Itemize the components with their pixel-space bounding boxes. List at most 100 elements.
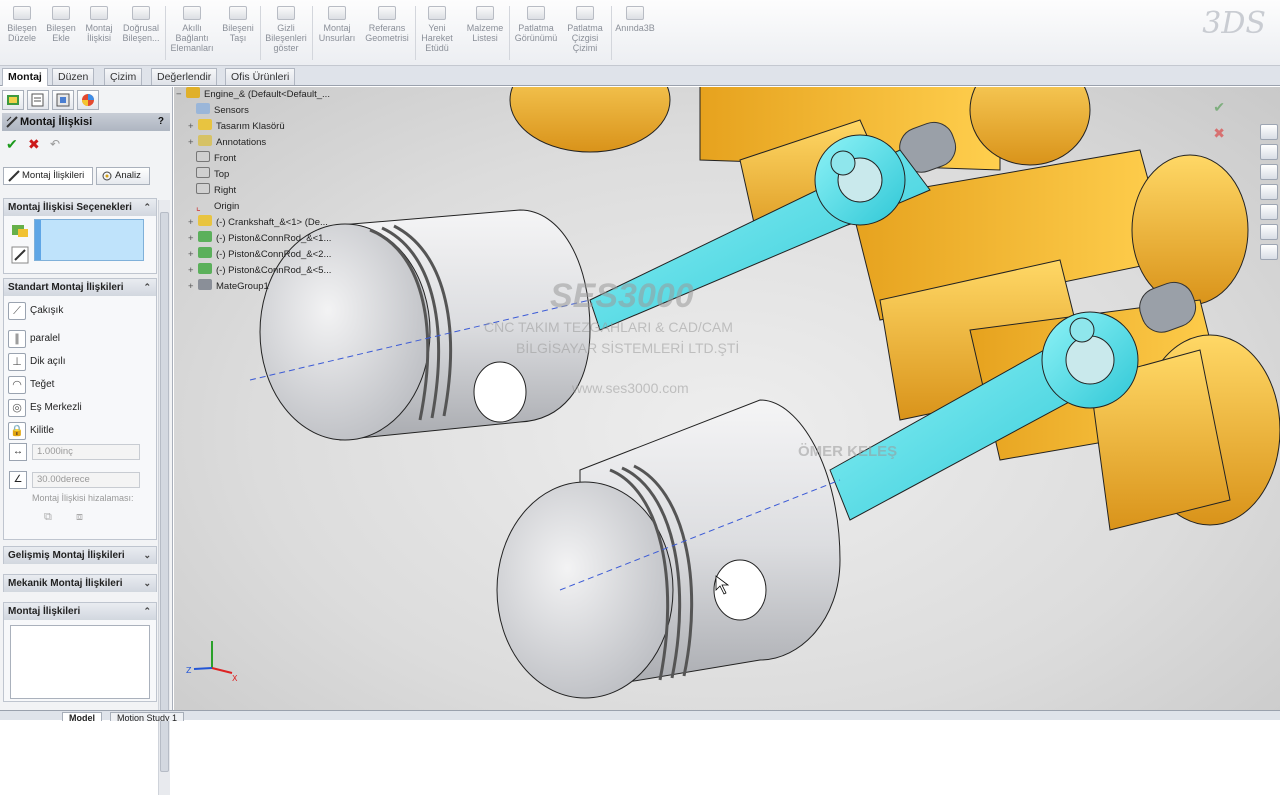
tree-item-piston-2[interactable]: + (-) Piston&ConnRod_&<2... bbox=[188, 247, 331, 263]
ribbon-separator bbox=[165, 6, 166, 60]
mechanical-mates-header[interactable]: Mekanik Montaj İlişkileri ⌄ bbox=[4, 575, 156, 592]
insert-component-icon bbox=[52, 6, 70, 20]
coincident-icon: ⟋ bbox=[8, 302, 26, 320]
annotations-icon bbox=[198, 135, 212, 146]
subassembly-icon bbox=[198, 263, 212, 274]
linear-pattern-button[interactable]: Doğrusal Bileşen... bbox=[119, 4, 163, 64]
perpendicular-mate-button[interactable]: ⊥ Dik açılı bbox=[8, 352, 66, 372]
confirm-cancel-icon[interactable]: ✖ bbox=[1213, 125, 1225, 142]
smart-fasteners-button[interactable]: Akıllı Bağlantı Elemanları bbox=[168, 4, 216, 64]
graphics-area[interactable]: − Engine_& (Default<Default_... Sensors +… bbox=[174, 87, 1280, 710]
tree-item-piston-1[interactable]: + (-) Piston&ConnRod_&<1... bbox=[188, 231, 331, 247]
cancel-x-icon[interactable]: ✖ bbox=[28, 137, 40, 151]
search-icon[interactable] bbox=[1260, 184, 1278, 200]
standard-mates-group: Standart Montaj İlişkileri ⌃ ⟋ Çakışık ∥ pa… bbox=[3, 278, 157, 540]
ok-check-icon[interactable]: ✔ bbox=[6, 137, 18, 151]
tab-degerlendir[interactable]: Değerlendir bbox=[151, 68, 218, 85]
tree-root[interactable]: − Engine_& (Default<Default_... bbox=[176, 87, 330, 103]
instant3d-button[interactable]: Anında3B bbox=[613, 4, 657, 64]
tree-item-mategroup[interactable]: + MateGroup1 bbox=[188, 279, 269, 295]
svg-text:Z: Z bbox=[186, 666, 192, 675]
anti-aligned-button[interactable]: ⧈ bbox=[76, 511, 94, 525]
mate-selections-group: Montaj İlişkisi Seçenekleri ⌃ bbox=[3, 198, 157, 274]
engine-3d-model[interactable] bbox=[174, 87, 1280, 710]
explode-line-sketch-button[interactable]: Patlatma Çizgisi Çizimi bbox=[562, 4, 608, 64]
new-motion-study-button[interactable]: Yeni Hareket Etüdü bbox=[417, 4, 457, 64]
tab-analysis[interactable]: Analiz bbox=[96, 167, 150, 185]
tree-item-origin[interactable]: ⌞ Origin bbox=[196, 199, 239, 215]
show-hidden-components-button[interactable]: Gizli Bileşenleri göster bbox=[262, 4, 310, 64]
configuration-manager-tab[interactable] bbox=[52, 90, 74, 110]
view-palette-icon[interactable] bbox=[1260, 204, 1278, 220]
concentric-mate-button[interactable]: ◎ Eş Merkezli bbox=[8, 398, 82, 418]
scrollbar-thumb[interactable] bbox=[160, 212, 169, 772]
expand-chevron-icon: ⌄ bbox=[143, 578, 151, 588]
instant3d-icon bbox=[626, 6, 644, 20]
tree-item-front-plane[interactable]: Front bbox=[196, 151, 236, 167]
tangent-mate-button[interactable]: ◠ Teğet bbox=[8, 375, 54, 395]
plane-icon bbox=[196, 183, 210, 194]
entities-to-mate-icon bbox=[12, 225, 28, 237]
edit-component-icon bbox=[13, 6, 31, 20]
tab-ofis-urunleri[interactable]: Ofis Ürünleri bbox=[225, 68, 296, 85]
collapse-chevron-icon: ⌃ bbox=[143, 606, 151, 616]
mates-list-header[interactable]: Montaj İlişkileri ⌃ bbox=[4, 603, 156, 620]
advanced-mates-header[interactable]: Gelişmiş Montaj İlişkileri ⌄ bbox=[4, 547, 156, 564]
feature-manager-tab[interactable] bbox=[2, 90, 24, 110]
mate-selections-header[interactable]: Montaj İlişkisi Seçenekleri ⌃ bbox=[4, 199, 156, 216]
angle-input[interactable]: 30.00derece bbox=[32, 472, 140, 488]
edit-component-button[interactable]: Bileşen Düzele bbox=[3, 4, 41, 64]
watermark-brand: SES3000 bbox=[550, 277, 694, 315]
mate-alignment-label: Montaj İlişkisi hizalaması: bbox=[32, 493, 134, 503]
coincident-mate-button[interactable]: ⟋ Çakışık bbox=[8, 301, 63, 321]
undo-icon[interactable]: ↶ bbox=[50, 137, 60, 151]
assembly-features-icon bbox=[328, 6, 346, 20]
help-button[interactable]: ? bbox=[158, 113, 164, 131]
panel-scrollbar[interactable] bbox=[158, 200, 170, 795]
display-manager-tab[interactable] bbox=[77, 90, 99, 110]
custom-properties-icon[interactable] bbox=[1260, 244, 1278, 260]
tree-item-right-plane[interactable]: Right bbox=[196, 183, 236, 199]
tree-item-top-plane[interactable]: Top bbox=[196, 167, 229, 183]
property-manager-tab[interactable] bbox=[27, 90, 49, 110]
bill-of-materials-button[interactable]: Malzeme Listesi bbox=[464, 4, 506, 64]
svg-text:X: X bbox=[232, 674, 238, 683]
tab-cizim[interactable]: Çizim bbox=[104, 68, 143, 85]
mate-selection-box[interactable] bbox=[34, 219, 144, 261]
mates-list-box[interactable] bbox=[10, 625, 150, 699]
parallel-mate-button[interactable]: ∥ paralel bbox=[8, 329, 60, 349]
exploded-view-button[interactable]: Patlatma Görünümü bbox=[512, 4, 560, 64]
tree-item-piston-5[interactable]: + (-) Piston&ConnRod_&<5... bbox=[188, 263, 331, 279]
move-component-button[interactable]: Bileşeni Taşı bbox=[218, 4, 258, 64]
tree-item-crankshaft[interactable]: + (-) Crankshaft_&<1> (De... bbox=[188, 215, 328, 231]
mate-select-icon bbox=[11, 246, 29, 264]
tree-item-annotations[interactable]: + Annotations bbox=[188, 135, 266, 151]
file-explorer-icon[interactable] bbox=[1260, 164, 1278, 180]
piston-2[interactable] bbox=[496, 399, 841, 699]
design-library-icon[interactable] bbox=[1260, 144, 1278, 160]
tab-mates[interactable]: Montaj İlişkileri bbox=[3, 167, 93, 185]
confirm-ok-icon[interactable]: ✔ bbox=[1213, 99, 1225, 116]
appearances-icon[interactable] bbox=[1260, 224, 1278, 240]
mate-group-icon bbox=[198, 279, 212, 290]
reference-geometry-button[interactable]: Referans Geometrisi bbox=[362, 4, 412, 64]
tree-item-sensors[interactable]: Sensors bbox=[196, 103, 249, 119]
origin-icon: ⌞ bbox=[196, 202, 201, 213]
reference-geometry-icon bbox=[378, 6, 396, 20]
aligned-button[interactable]: ⧉ bbox=[44, 511, 62, 525]
tab-montaj[interactable]: Montaj bbox=[2, 68, 48, 86]
parallel-icon: ∥ bbox=[8, 330, 26, 348]
distance-input[interactable]: 1.000inç bbox=[32, 444, 140, 460]
sensors-icon bbox=[196, 103, 210, 114]
mate-button[interactable]: Montaj İlişkisi bbox=[80, 4, 118, 64]
lock-mate-button[interactable]: 🔒 Kilitle bbox=[8, 421, 54, 441]
command-manager-ribbon: Bileşen Düzele Bileşen Ekle Montaj İlişk… bbox=[0, 0, 1280, 66]
tab-duzen[interactable]: Düzen bbox=[52, 68, 95, 85]
standard-mates-header[interactable]: Standart Montaj İlişkileri ⌃ bbox=[4, 279, 156, 296]
plane-icon bbox=[196, 167, 210, 178]
home-icon[interactable] bbox=[1260, 124, 1278, 140]
tree-item-design-binder[interactable]: + Tasarım Klasörü bbox=[188, 119, 285, 135]
assembly-features-button[interactable]: Montaj Unsurları bbox=[316, 4, 358, 64]
concentric-icon: ◎ bbox=[8, 399, 26, 417]
insert-component-button[interactable]: Bileşen Ekle bbox=[42, 4, 80, 64]
